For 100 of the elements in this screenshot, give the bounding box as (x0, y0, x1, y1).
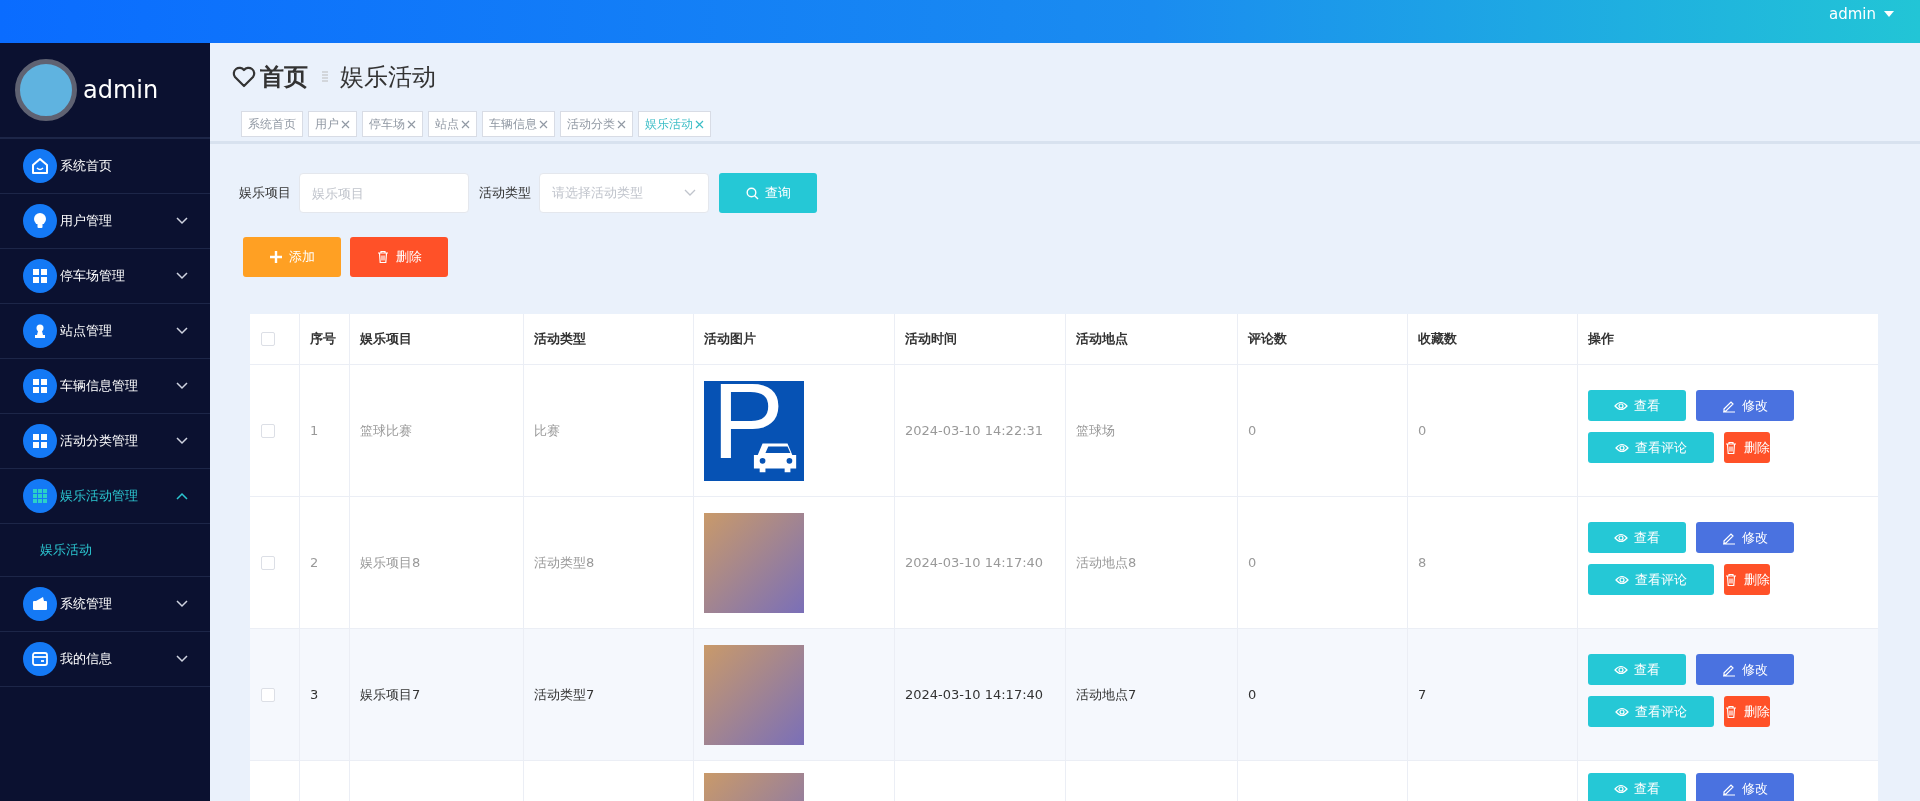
separator-icon (322, 70, 328, 84)
menu-item[interactable]: 停车场管理 (0, 249, 210, 304)
table-cell: 1 (310, 423, 319, 438)
edit-button[interactable]: 修改 (1696, 390, 1794, 421)
view-button[interactable]: 查看 (1588, 522, 1686, 553)
plus-icon (269, 250, 283, 264)
table-cell: 8 (1418, 555, 1427, 570)
table-cell: 娱乐项目8 (360, 553, 421, 572)
edit-button[interactable]: 修改 (1696, 773, 1794, 801)
column-header: 娱乐项目 (360, 330, 412, 348)
grid-icon (23, 259, 57, 293)
table-cell: 0 (1418, 423, 1427, 438)
parking-sign-image: P (704, 380, 804, 481)
tab[interactable]: 娱乐活动 (638, 111, 711, 137)
column-header: 活动图片 (704, 330, 756, 348)
checkbox[interactable] (261, 423, 275, 438)
user-name: admin (83, 76, 159, 104)
trash-icon (1724, 572, 1738, 587)
field-label: 娱乐项目 (239, 184, 291, 202)
card-icon (23, 642, 57, 676)
checkbox[interactable] (261, 555, 275, 570)
delete-button[interactable]: 删除 (1724, 696, 1770, 727)
breadcrumb-link[interactable]: 首页 (260, 61, 308, 93)
close-icon (695, 119, 704, 129)
menu-item[interactable]: 我的信息 (0, 632, 210, 687)
trash-icon (376, 250, 390, 264)
menu-item[interactable]: 活动分类管理 (0, 414, 210, 469)
grid-icon (23, 479, 57, 513)
breadcrumb-current: 娱乐活动 (340, 62, 436, 93)
comments-button[interactable]: 查看评论 (1588, 696, 1714, 727)
tab[interactable]: 站点 (428, 111, 477, 137)
close-icon (617, 119, 626, 129)
house-icon (23, 149, 57, 183)
select-field[interactable]: 请选择活动类型 (539, 173, 709, 213)
close-icon (407, 119, 416, 129)
comments-button[interactable]: 查看评论 (1588, 564, 1714, 595)
field-label: 活动类型 (479, 184, 531, 202)
submenu-item[interactable]: 娱乐活动 (0, 524, 210, 577)
wallet-icon (23, 587, 57, 621)
table-cell: 0 (1248, 423, 1257, 438)
table-cell: 0 (1248, 555, 1257, 570)
table-cell: 2024-03-10 14:22:31 (905, 423, 1044, 438)
table-cell: 活动类型8 (534, 553, 595, 572)
close-icon (461, 119, 470, 129)
table-cell: 娱乐项目7 (360, 685, 421, 704)
table-cell: 0 (1248, 687, 1257, 702)
bulb-icon (23, 204, 57, 238)
user-menu[interactable]: admin (1829, 4, 1894, 23)
chevron-icon (684, 189, 696, 197)
table-cell: 2 (310, 555, 319, 570)
delete-button[interactable]: 删除 (1724, 432, 1770, 463)
grid-icon (23, 369, 57, 403)
trash-icon (1724, 440, 1738, 455)
checkbox[interactable] (261, 687, 275, 702)
close-icon (539, 119, 548, 129)
table-cell: 活动地点7 (1076, 685, 1137, 704)
column-header: 活动类型 (534, 330, 586, 348)
column-header: 评论数 (1248, 330, 1287, 348)
column-header: 活动时间 (905, 330, 957, 348)
table-cell: 比赛 (534, 421, 560, 440)
table-cell: 7 (1418, 687, 1427, 702)
tab[interactable]: 活动分类 (560, 111, 633, 137)
table-cell: 篮球场 (1076, 421, 1115, 440)
column-header: 收藏数 (1418, 330, 1457, 348)
view-button[interactable]: 查看 (1588, 390, 1686, 421)
table-cell: 活动类型7 (534, 685, 595, 704)
add-button[interactable]: 添加 (243, 237, 341, 277)
table-cell: 2024-03-10 14:17:40 (905, 687, 1044, 702)
table-cell: 活动地点8 (1076, 553, 1137, 572)
menu-item[interactable]: 娱乐活动管理 (0, 469, 210, 524)
column-header: 操作 (1588, 330, 1614, 348)
tab[interactable]: 车辆信息 (482, 111, 555, 137)
person-icon (23, 314, 57, 348)
menu-item[interactable]: 车辆信息管理 (0, 359, 210, 414)
comments-button[interactable]: 查看评论 (1588, 432, 1714, 463)
tab[interactable]: 停车场 (362, 111, 423, 137)
caret-icon (1884, 9, 1894, 18)
close-icon (341, 119, 350, 129)
menu-item[interactable]: 系统首页 (0, 139, 210, 194)
checkbox[interactable] (261, 332, 275, 346)
edit-button[interactable]: 修改 (1696, 522, 1794, 553)
edit-button[interactable]: 修改 (1696, 654, 1794, 685)
menu-item[interactable]: 系统管理 (0, 577, 210, 632)
table-cell: 篮球比赛 (360, 421, 412, 440)
table-cell: 2024-03-10 14:17:40 (905, 555, 1044, 570)
tab[interactable]: 用户 (308, 111, 357, 137)
search-button[interactable]: 查询 (719, 173, 817, 213)
delete-button[interactable]: 删除 (1724, 564, 1770, 595)
grid-icon (23, 424, 57, 458)
delete-button[interactable]: 删除 (350, 237, 448, 277)
menu-item[interactable]: 用户管理 (0, 194, 210, 249)
view-button[interactable]: 查看 (1588, 654, 1686, 685)
heart-icon (232, 66, 256, 88)
column-header: 活动地点 (1076, 330, 1128, 348)
menu-item[interactable]: 站点管理 (0, 304, 210, 359)
tab[interactable]: 系统首页 (241, 111, 303, 137)
view-button[interactable]: 查看 (1588, 773, 1686, 801)
trash-icon (1724, 704, 1738, 719)
column-header: 序号 (310, 330, 336, 348)
input-field[interactable]: 娱乐项目 (299, 173, 469, 213)
